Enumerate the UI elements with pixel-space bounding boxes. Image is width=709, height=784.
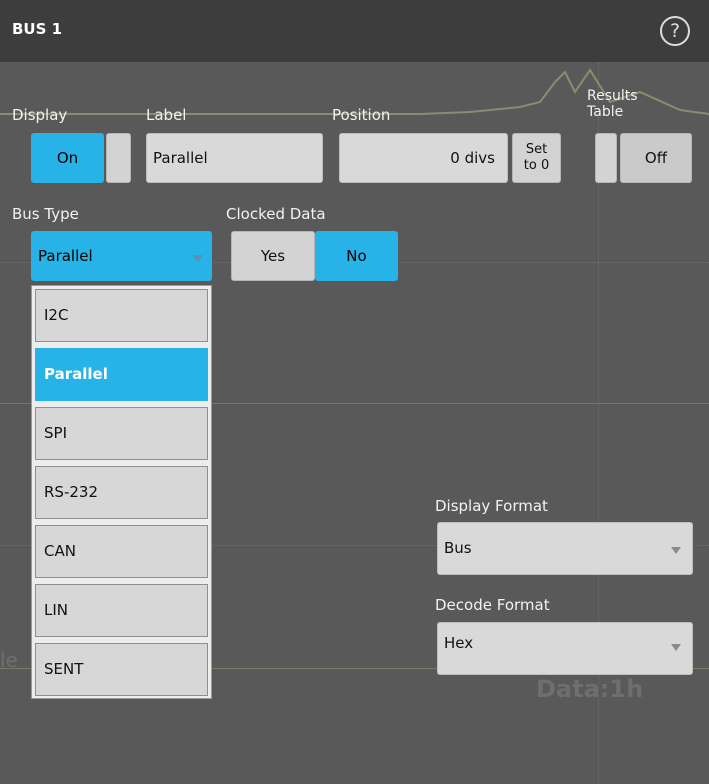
chevron-down-icon	[671, 547, 681, 554]
position-label: Position	[332, 106, 391, 124]
decode-format-label: Decode Format	[435, 596, 550, 614]
clocked-data-no-button[interactable]: No	[315, 231, 398, 281]
label-field-label: Label	[146, 106, 187, 124]
label-input[interactable]: Parallel	[146, 133, 323, 183]
bus-config-panel: le Data:1h BUS 1 ? Display On Label Para…	[0, 0, 709, 784]
results-table-toggle-handle[interactable]	[595, 133, 617, 183]
bus-type-option-parallel[interactable]: Parallel	[35, 348, 208, 401]
position-input[interactable]: 0 divs	[339, 133, 508, 183]
window-title: BUS 1	[12, 20, 63, 38]
bus-type-option-sent[interactable]: SENT	[35, 643, 208, 696]
chevron-down-icon	[671, 644, 681, 651]
bus-type-option-spi[interactable]: SPI	[35, 407, 208, 460]
display-format-label: Display Format	[435, 497, 548, 515]
bus-type-selected-value: Parallel	[38, 247, 93, 265]
bus-type-option-can[interactable]: CAN	[35, 525, 208, 578]
display-format-value: Bus	[444, 539, 472, 557]
set-to-zero-button[interactable]: Set to 0	[512, 133, 561, 183]
bus-type-option-rs232[interactable]: RS-232	[35, 466, 208, 519]
display-toggle-handle[interactable]	[106, 133, 131, 183]
bus-type-select[interactable]: Parallel	[31, 231, 212, 281]
bus-type-option-lin[interactable]: LIN	[35, 584, 208, 637]
background-channel-label: le	[0, 648, 18, 672]
clocked-data-yes-button[interactable]: Yes	[231, 231, 315, 281]
data-readout: Data:1h	[536, 675, 644, 703]
display-format-select[interactable]: Bus	[437, 522, 693, 575]
help-icon[interactable]: ?	[660, 16, 690, 46]
display-label: Display	[12, 106, 68, 124]
bus-type-dropdown: I2C Parallel SPI RS-232 CAN LIN SENT	[31, 285, 212, 699]
set-to-zero-line-1: Set	[525, 142, 548, 157]
bus-type-label: Bus Type	[12, 205, 79, 223]
decode-format-select[interactable]: Hex	[437, 622, 693, 675]
results-table-label: Results Table	[587, 88, 638, 120]
chevron-down-icon	[193, 255, 203, 262]
title-bar: BUS 1 ?	[0, 0, 709, 62]
display-on-button[interactable]: On	[31, 133, 104, 183]
bus-type-option-i2c[interactable]: I2C	[35, 289, 208, 342]
clocked-data-label: Clocked Data	[226, 205, 326, 223]
decode-format-value: Hex	[444, 634, 474, 652]
set-to-zero-line-2: to 0	[523, 158, 550, 173]
results-table-off-button[interactable]: Off	[620, 133, 692, 183]
